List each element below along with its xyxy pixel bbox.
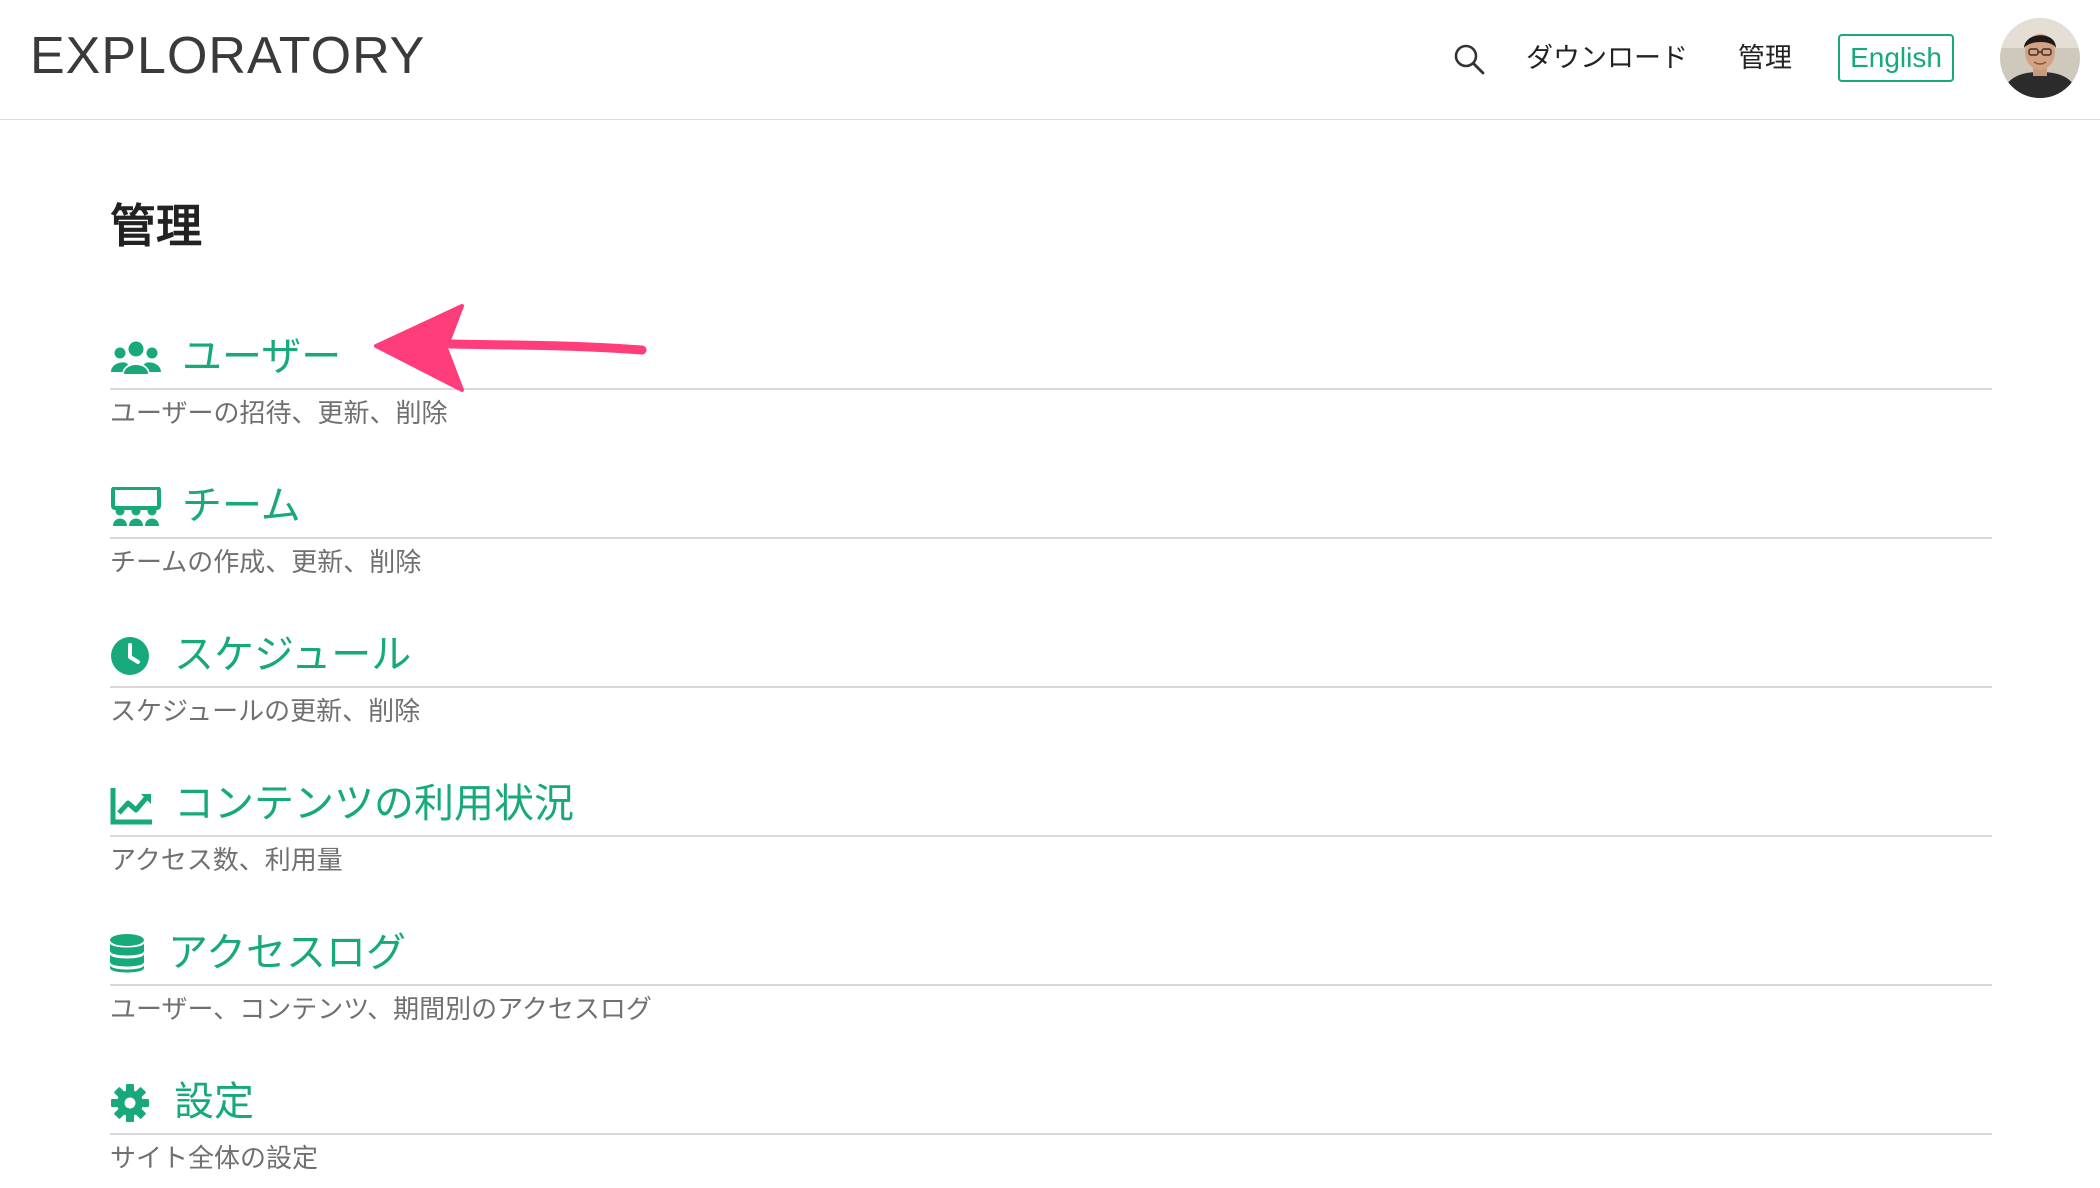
item-title-team[interactable]: チーム — [182, 479, 301, 533]
item-desc-access-log: ユーザー、コンテンツ、期間別のアクセスログ — [110, 995, 652, 1025]
clock-icon — [111, 637, 149, 675]
item-title-settings[interactable]: 設定 — [174, 1075, 254, 1129]
admin-item-settings: 設定 サイト全体の設定 — [110, 1071, 1992, 1183]
item-title-users[interactable]: ユーザー — [182, 330, 341, 384]
search-icon[interactable] — [1452, 42, 1486, 76]
language-button[interactable]: English — [1838, 34, 1954, 82]
admin-item-content-usage: コンテンツの利用状況 アクセス数、利用量 — [110, 773, 1992, 885]
item-desc-team: チームの作成、更新、削除 — [110, 548, 422, 578]
item-header: チーム — [110, 475, 1992, 539]
top-header: EXPLORATORY ダウンロード 管理 English — [0, 0, 2100, 120]
item-desc-settings: サイト全体の設定 — [110, 1144, 319, 1174]
admin-item-schedule: スケジュール スケジュールの更新、削除 — [110, 624, 1992, 736]
nav-admin-link[interactable]: 管理 — [1738, 40, 1792, 78]
page-title: 管理 — [110, 199, 202, 253]
database-icon — [110, 934, 144, 973]
chart-line-icon — [110, 788, 152, 825]
admin-item-access-log: アクセスログ ユーザー、コンテンツ、期間別のアクセスログ — [110, 922, 1992, 1034]
users-icon — [111, 341, 161, 374]
item-title-access-log[interactable]: アクセスログ — [168, 926, 406, 980]
item-desc-users: ユーザーの招待、更新、削除 — [110, 399, 448, 429]
item-header: アクセスログ — [110, 922, 1992, 986]
logo[interactable]: EXPLORATORY — [30, 28, 425, 84]
item-header: スケジュール — [110, 624, 1992, 688]
admin-item-team: チーム チームの作成、更新、削除 — [110, 475, 1992, 587]
avatar-image — [2000, 18, 2080, 98]
item-desc-schedule: スケジュールの更新、削除 — [110, 697, 421, 727]
user-avatar[interactable] — [2000, 18, 2080, 98]
gear-icon — [111, 1084, 149, 1122]
item-title-schedule[interactable]: スケジュール — [174, 628, 411, 682]
annotation-arrow-icon — [374, 304, 647, 392]
item-title-content-usage[interactable]: コンテンツの利用状況 — [174, 777, 574, 831]
team-icon — [111, 487, 161, 526]
item-header: コンテンツの利用状況 — [110, 773, 1992, 837]
item-header: 設定 — [110, 1071, 1992, 1135]
nav-download-link[interactable]: ダウンロード — [1526, 40, 1688, 78]
item-desc-content-usage: アクセス数、利用量 — [110, 846, 343, 876]
